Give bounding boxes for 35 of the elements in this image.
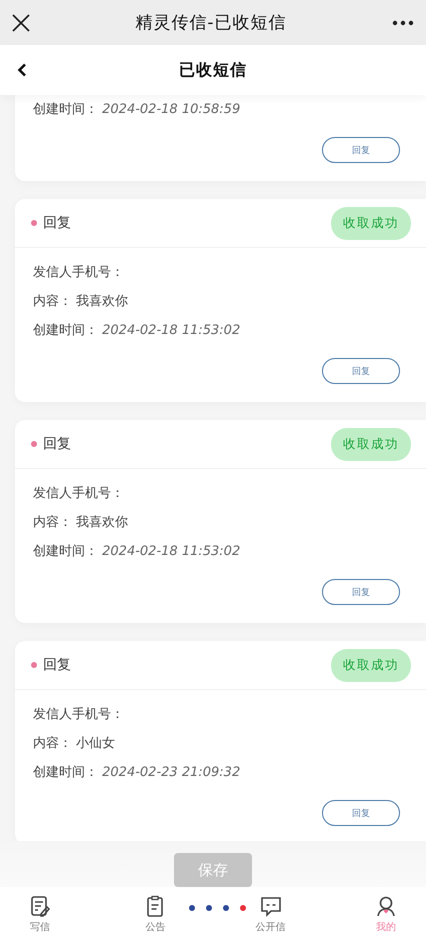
edit-note-icon [29,895,51,917]
back-icon[interactable] [17,63,27,77]
message-content: 内容： 我喜欢你 [33,514,130,532]
page-title: 已收短信 [179,60,247,80]
person-icon [374,895,397,917]
message-title: 回复 [43,214,71,232]
status-badge: 收取成功 [331,206,411,240]
sender-phone-label: 发信人手机号： [33,264,125,282]
reply-button[interactable]: 回复 [322,579,400,605]
tab-item[interactable]: 公开信 [246,887,295,942]
created-time: 创建时间： 2024-02-23 21:09:32 [33,764,242,782]
reply-button[interactable]: 回复 [322,358,400,384]
status-dot-icon [31,220,37,226]
close-icon[interactable] [12,14,30,32]
created-time: 创建时间： 2024-02-18 11:53:02 [33,543,242,561]
reply-button[interactable]: 回复 [322,137,400,163]
sender-phone-label: 发信人手机号： [33,485,125,503]
status-badge: 收取成功 [331,428,411,460]
tab-item[interactable]: 公告 [131,887,180,942]
more-icon[interactable] [392,20,414,26]
tab-item[interactable]: 写信 [16,887,64,942]
sender-phone-label: 发信人手机号： [33,706,125,724]
message-content: 内容： 我喜欢你 [33,293,130,311]
message-content: 内容： 小仙女 [33,735,116,753]
status-dot-icon [31,441,37,447]
status-dot-icon [31,662,37,668]
status-badge: 收取成功 [331,648,411,682]
tab-item[interactable]: 我的 [362,887,410,942]
created-time: 创建时间： 2024-02-18 10:58:59 [33,101,242,119]
message-title: 回复 [43,656,71,674]
created-time: 创建时间： 2024-02-18 11:53:02 [33,322,242,340]
reply-button[interactable]: 回复 [322,800,400,826]
chat-bubble-icon [260,895,282,917]
message-title: 回复 [43,435,71,453]
window-title: 精灵传信-已收短信 [135,12,287,34]
